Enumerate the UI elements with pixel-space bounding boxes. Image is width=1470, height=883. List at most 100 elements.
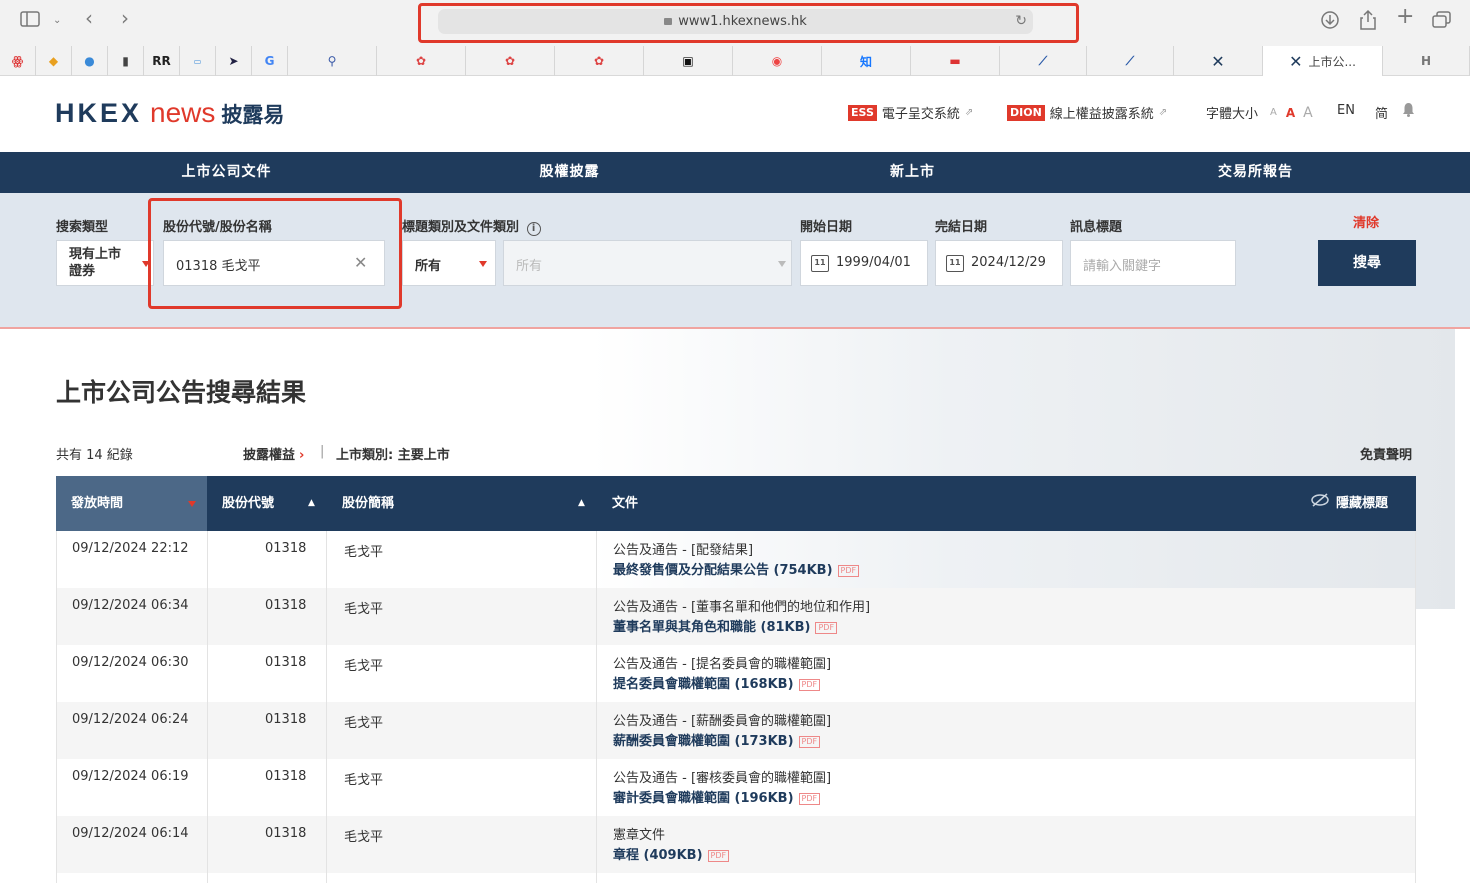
font-small-button[interactable]: A: [1270, 107, 1277, 118]
share-icon[interactable]: [1358, 9, 1378, 35]
table-row: 09/12/2024 06:34 01318 毛戈平 公告及通告 - [董事名單和他們…: [57, 588, 1415, 645]
tab-favicon-10[interactable]: ✿: [466, 46, 555, 76]
tab-favicon-7[interactable]: ➤: [216, 46, 252, 76]
tab-favicon-9[interactable]: ✿: [377, 46, 466, 76]
caret-down-icon: [479, 261, 487, 267]
tab-zhihu-icon[interactable]: 知: [822, 46, 911, 76]
sort-asc-icon[interactable]: ▲: [578, 476, 585, 531]
font-large-button[interactable]: A: [1303, 105, 1313, 121]
tab-search-icon[interactable]: ⚲: [288, 46, 377, 76]
search-type-label: 搜索類型: [56, 220, 109, 235]
tab-favicon-12[interactable]: ▣: [644, 46, 733, 76]
info-icon[interactable]: i: [526, 222, 541, 236]
tab-favicon-15[interactable]: ▬: [911, 46, 1000, 76]
sort-asc-icon[interactable]: ▲: [308, 476, 315, 531]
tab-favicon-11[interactable]: ✿: [555, 46, 644, 76]
document-headline: 公告及通告 - [配發結果]: [613, 543, 754, 558]
tab-favicon-3[interactable]: ●: [72, 46, 108, 76]
back-icon[interactable]: ‹: [85, 8, 93, 28]
listing-type: 上市類別: 主要上市: [336, 448, 450, 463]
nav-exchange-reports[interactable]: 交易所報告: [1084, 152, 1427, 193]
release-time: 09/12/2024 06:34: [72, 598, 189, 613]
tab-favicon-16[interactable]: ⟋: [1000, 46, 1087, 76]
subcategory-select[interactable]: 所有: [503, 240, 792, 286]
nav-disclosure-of-interests[interactable]: 股權披露: [398, 152, 741, 193]
lang-sc-link[interactable]: 简: [1375, 103, 1388, 122]
col-stock-name[interactable]: 股份簡稱: [342, 476, 394, 531]
start-date-input[interactable]: 11 1999/04/01: [800, 240, 928, 286]
hkexnews-logo[interactable]: HKEX news 披露易: [55, 97, 284, 131]
hkex-icon: ✕: [1289, 51, 1303, 71]
sidebar-toggle-icon[interactable]: [20, 11, 40, 31]
document-cell: 憲章文件 章程 (409KB) PDF: [613, 826, 730, 866]
tab-favicon-last[interactable]: H: [1383, 46, 1470, 76]
lang-en-link[interactable]: EN: [1337, 103, 1355, 118]
document-link[interactable]: 審計委員會職權範圍 (196KB) PDF: [613, 789, 831, 809]
table-row: 09/12/2024 06:24 01318 毛戈平 公告及通告 - [薪酬委員會的職…: [57, 702, 1415, 759]
headline-input[interactable]: 請輸入關鍵字: [1070, 240, 1236, 286]
disclaimer-link[interactable]: 免責聲明: [1360, 444, 1412, 463]
stock-name: 毛戈平: [344, 602, 384, 617]
tab-overview-icon[interactable]: [1432, 11, 1452, 33]
font-size-label: 字體大小: [1206, 107, 1259, 122]
column-divider: [326, 531, 327, 883]
stock-name: 毛戈平: [344, 830, 384, 845]
disclosure-link-label: 披露權益: [243, 448, 296, 463]
document-link[interactable]: 提名委員會職權範圍 (168KB) PDF: [613, 675, 831, 695]
document-link[interactable]: 董事名單與其角色和職能 (81KB) PDF: [613, 618, 870, 638]
logo-cn: 披露易: [221, 103, 285, 127]
tab-active[interactable]: ✕ 上市公...: [1263, 46, 1383, 76]
tab-weibo-icon[interactable]: ◉: [733, 46, 822, 76]
category-select[interactable]: 所有: [402, 240, 496, 286]
pdf-icon: PDF: [798, 792, 821, 805]
chevron-down-icon[interactable]: ⌄: [53, 12, 61, 30]
nav-listed-documents[interactable]: 上市公司文件: [55, 152, 398, 193]
record-count: 共有 14 紀錄: [56, 448, 133, 463]
category-label: 標題類別及文件類別: [402, 220, 520, 235]
search-type-select[interactable]: 現有上市證券: [56, 240, 154, 286]
document-link[interactable]: 章程 (409KB) PDF: [613, 846, 730, 866]
release-time: 09/12/2024 06:30: [72, 655, 189, 670]
col-code-label: 股份代號: [222, 496, 275, 511]
document-cell: 公告及通告 - [薪酬委員會的職權範圍] 薪酬委員會職權範圍 (173KB) PDF: [613, 712, 831, 752]
hide-headline-toggle[interactable]: 隱藏標題: [1310, 476, 1388, 531]
tab-favicon-2[interactable]: ◆: [36, 46, 72, 76]
tab-favicon-17[interactable]: ⟋: [1087, 46, 1174, 76]
document-link[interactable]: 最終發售價及分配結果公告 (754KB) PDF: [613, 561, 860, 581]
new-tab-icon[interactable]: +: [1396, 6, 1414, 28]
search-button[interactable]: 搜尋: [1318, 240, 1416, 286]
document-headline: 公告及通告 - [提名委員會的職權範圍]: [613, 657, 832, 672]
col-stock-code[interactable]: 股份代號: [222, 476, 274, 531]
document-link[interactable]: 薪酬委員會職權範圍 (173KB) PDF: [613, 732, 831, 752]
tab-favicon-6[interactable]: ▭: [180, 46, 216, 76]
meta-divider: |: [320, 444, 325, 459]
hide-headline-label: 隱藏標題: [1336, 496, 1389, 511]
caret-down-icon: [778, 261, 786, 267]
pdf-icon: PDF: [798, 735, 821, 748]
end-date-input[interactable]: 11 2024/12/29: [935, 240, 1063, 286]
document-cell: 公告及通告 - [審核委員會的職權範圍] 審計委員會職權範圍 (196KB) PDF: [613, 769, 831, 809]
font-medium-button[interactable]: A: [1286, 106, 1295, 120]
results-table-header: 發放時間 股份代號 ▲ 股份簡稱 ▲ 文件 隱藏標題: [56, 476, 1416, 531]
clear-button[interactable]: 清除: [1353, 212, 1379, 231]
tab-hkex-icon[interactable]: ✕: [1174, 46, 1263, 76]
tab-favicon-5[interactable]: RR: [144, 46, 180, 76]
bell-icon[interactable]: [1402, 102, 1415, 117]
download-icon[interactable]: [1320, 10, 1340, 34]
tab-favicon-1[interactable]: ꙮ: [0, 46, 36, 76]
release-time: 09/12/2024 22:12: [72, 541, 189, 556]
address-bar-highlight: [418, 3, 1079, 43]
disclosure-link[interactable]: 披露權益 ›: [243, 444, 304, 463]
headline-label: 訊息標題: [1070, 220, 1123, 235]
nav-new-listings[interactable]: 新上市: [741, 152, 1084, 193]
forward-icon[interactable]: ›: [121, 8, 129, 28]
document-title: 最終發售價及分配結果公告 (754KB): [613, 563, 833, 578]
pdf-icon: PDF: [815, 621, 838, 634]
tab-favicon-4[interactable]: ▮: [108, 46, 144, 76]
col-release-time[interactable]: 發放時間: [56, 476, 207, 531]
dion-link[interactable]: DION 線上權益披露系統 ⇗: [1007, 103, 1167, 122]
table-row: 09/12/2024 22:12 01318 毛戈平 公告及通告 - [配發結果] 最終…: [57, 531, 1415, 588]
ess-link[interactable]: ESS 電子呈交系統 ⇗: [848, 103, 973, 122]
tab-google-icon[interactable]: G: [252, 46, 288, 76]
document-headline: 公告及通告 - [薪酬委員會的職權範圍]: [613, 714, 832, 729]
